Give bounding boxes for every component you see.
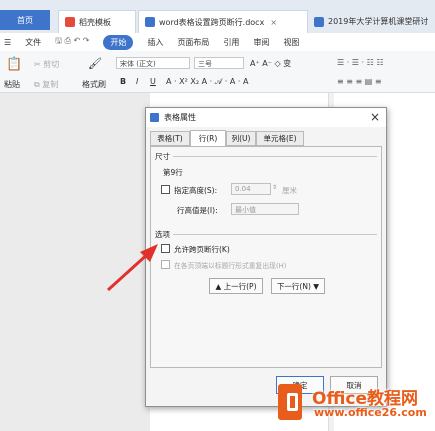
office-logo	[274, 382, 314, 424]
office-logo-icon	[278, 384, 302, 420]
arrow-shaft	[106, 250, 152, 292]
watermark-url: www.office26.com	[314, 406, 427, 419]
annotation-arrow	[106, 244, 158, 292]
